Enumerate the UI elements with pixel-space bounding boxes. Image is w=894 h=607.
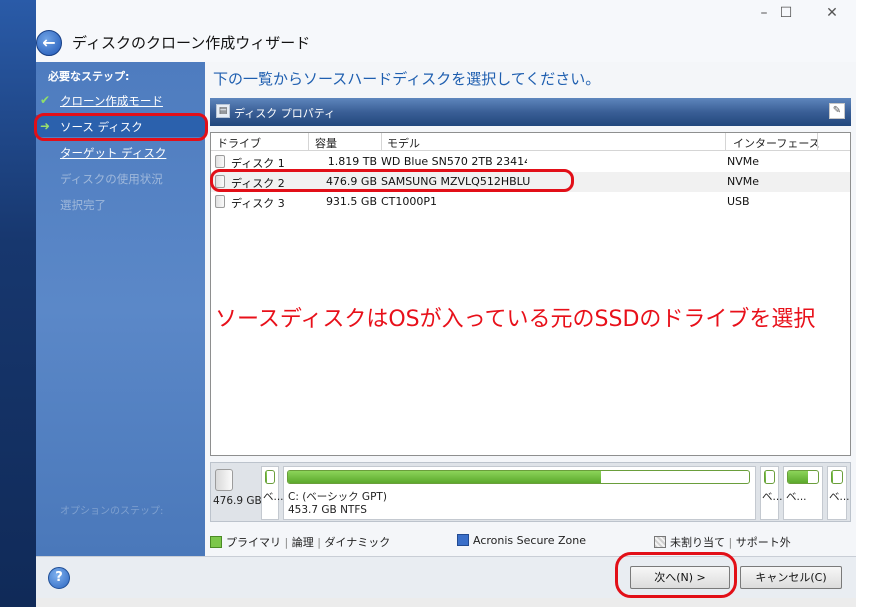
step-disk-usage: ディスクの使用状況 <box>60 172 163 186</box>
table-header: ドライブ 容量 モデル インターフェース <box>211 133 850 151</box>
required-steps-heading: 必要なステップ: <box>48 70 130 83</box>
legend-primary: プライマリ | 論理 | ダイナミック <box>210 534 390 550</box>
partition-label: ベ... <box>829 491 850 503</box>
optional-steps-heading: オプションのステップ: <box>60 506 164 517</box>
legend-dynamic: ダイナミック <box>324 536 391 549</box>
partition-label: ベ... <box>762 491 783 503</box>
legend-unsupported: サポート外 <box>735 536 791 549</box>
partition-small[interactable]: ベ... <box>827 466 850 520</box>
column-separator <box>817 133 818 151</box>
table-row[interactable]: ディスク 3 931.5 GB CT1000P1S USB <box>211 192 850 212</box>
title-bar: – ☐ ✕ ← ディスクのクローン作成ウィザード <box>36 0 856 62</box>
red-highlight-next-button <box>615 552 737 598</box>
cell-interface: USB <box>727 195 750 208</box>
partition-label: ベ... <box>786 491 807 503</box>
disk-partition-map: 476.9 GB ベ... C: (ベーシック GPT) 453.7 GB NT… <box>210 462 851 522</box>
partition-c-drive[interactable]: C: (ベーシック GPT) 453.7 GB NTFS <box>283 466 756 520</box>
partition-small[interactable]: ベ... <box>261 466 284 520</box>
cell-model: CT1000P1S <box>381 195 437 208</box>
disk-icon <box>215 195 225 208</box>
partition-small[interactable]: ベ... <box>760 466 783 520</box>
disk-properties-header: ▤ ディスク プロパティ ✎ <box>210 98 851 126</box>
cell-drive: ディスク 3 <box>231 197 285 210</box>
cell-interface: NVMe <box>727 155 760 168</box>
clone-disk-wizard-window: – ☐ ✕ ← ディスクのクローン作成ウィザード 必要なステップ: ✔ クローン… <box>36 0 856 598</box>
legend-logical: 論理 <box>291 536 314 549</box>
partition-usage-bar <box>265 470 275 484</box>
close-button[interactable]: ✕ <box>810 2 854 24</box>
instruction-text: 下の一覧からソースハードディスクを選択してください。 <box>213 70 601 88</box>
column-drive[interactable]: ドライブ <box>217 135 261 151</box>
primary-swatch <box>210 536 222 548</box>
cell-capacity: 931.5 GB <box>325 195 377 208</box>
cell-model: WD Blue SN570 2TB 234140\ <box>381 155 527 168</box>
partition-small[interactable]: ベ... <box>783 466 823 520</box>
checkmark-icon: ✔ <box>40 93 51 107</box>
red-highlight-source-disk-step <box>34 113 208 141</box>
step-clone-mode[interactable]: クローン作成モード <box>60 93 163 109</box>
column-model[interactable]: モデル <box>387 135 420 151</box>
legend-acronis-zone: Acronis Secure Zone <box>457 534 586 547</box>
back-arrow-icon[interactable]: ← <box>36 30 62 56</box>
disk-size-label: 476.9 GB <box>213 495 262 507</box>
disk-icon <box>215 469 233 491</box>
partition-name: C: (ベーシック GPT) <box>288 491 387 503</box>
legend-unallocated: 未割り当て | サポート外 <box>654 534 791 550</box>
disk-properties-label[interactable]: ディスク プロパティ <box>234 105 335 121</box>
step-target-disk[interactable]: ターゲット ディスク <box>60 145 166 161</box>
unallocated-swatch <box>654 536 666 548</box>
partition-usage-bar <box>764 470 775 484</box>
desktop-background <box>0 0 36 607</box>
red-annotation-text: ソースディスクはOSが入っている元のSSDのドライブを選択 <box>215 307 816 332</box>
cell-capacity: 1.819 TB <box>327 155 377 168</box>
column-separator <box>308 133 309 151</box>
cell-interface: NVMe <box>727 175 760 188</box>
partition-size: 453.7 GB NTFS <box>288 504 367 516</box>
help-icon[interactable]: ? <box>48 567 70 589</box>
maximize-button[interactable]: ☐ <box>764 2 808 24</box>
red-highlight-disk-2-row <box>210 169 574 192</box>
partition-label: ベ... <box>263 491 284 503</box>
desktop-background-right <box>856 0 894 607</box>
partition-usage-bar <box>787 470 819 484</box>
columns-edit-icon[interactable]: ✎ <box>829 103 845 119</box>
step-finish: 選択完了 <box>60 198 106 212</box>
column-interface[interactable]: インターフェース <box>733 135 820 151</box>
disk-icon <box>215 155 225 168</box>
cancel-button[interactable]: キャンセル(C) <box>740 566 842 589</box>
partition-usage-bar <box>287 470 750 484</box>
partition-usage-bar <box>831 470 843 484</box>
main-content: 下の一覧からソースハードディスクを選択してください。 ▤ ディスク プロパティ … <box>205 62 856 556</box>
window-title: ディスクのクローン作成ウィザード <box>72 34 311 52</box>
desktop-bottom-strip <box>36 598 856 607</box>
column-capacity[interactable]: 容量 <box>315 135 337 151</box>
column-separator <box>725 133 726 151</box>
column-separator <box>381 133 382 151</box>
acronis-swatch <box>457 534 469 546</box>
properties-icon: ▤ <box>216 104 230 118</box>
